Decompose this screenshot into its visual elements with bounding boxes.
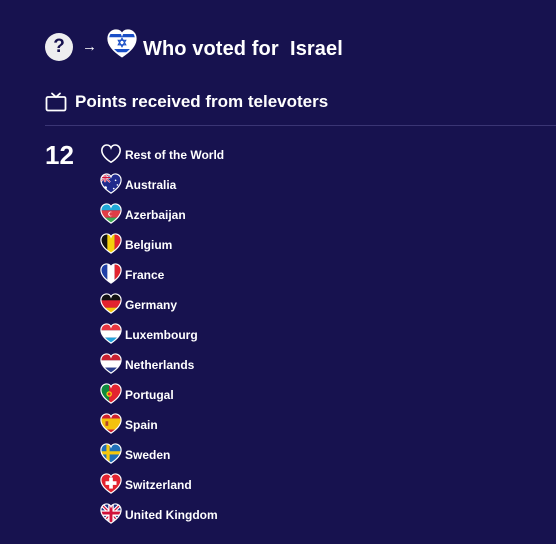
country-name: Portugal — [125, 388, 174, 402]
luxembourg-flag-heart-icon — [100, 323, 122, 344]
country-name: Australia — [125, 178, 177, 192]
country-name: Netherlands — [125, 358, 195, 372]
country-name: Germany — [125, 298, 178, 312]
country-list: Rest of the World Australia Azerbaijan B… — [100, 144, 224, 534]
sweden-flag-heart-icon — [100, 443, 122, 464]
list-item: France — [100, 263, 224, 294]
list-item: Switzerland — [100, 473, 224, 504]
list-item: Sweden — [100, 443, 224, 474]
list-item: United Kingdom — [100, 503, 224, 534]
list-item: Netherlands — [100, 353, 224, 384]
help-button[interactable]: ? — [45, 33, 73, 61]
country-name: France — [125, 268, 165, 282]
azerbaijan-flag-heart-icon — [100, 203, 122, 224]
heart-outline-icon — [101, 144, 121, 164]
australia-flag-heart-icon — [100, 173, 122, 194]
country-name: Sweden — [125, 448, 171, 462]
page-title: Who voted for Israel — [143, 37, 343, 60]
france-flag-heart-icon — [100, 263, 122, 284]
country-name: Luxembourg — [125, 328, 198, 342]
united-kingdom-flag-heart-icon — [100, 503, 122, 524]
list-item: Rest of the World — [100, 144, 224, 174]
arrow-icon: → — [82, 37, 97, 55]
points-value: 12 — [45, 140, 74, 170]
list-item: Germany — [100, 293, 224, 324]
country-name: Spain — [125, 418, 158, 432]
section-title: Points received from televoters — [75, 92, 329, 111]
list-item: Belgium — [100, 233, 224, 264]
spain-flag-heart-icon — [100, 413, 122, 434]
country-name: United Kingdom — [125, 508, 218, 522]
belgium-flag-heart-icon — [100, 233, 122, 254]
netherlands-flag-heart-icon — [100, 353, 122, 374]
list-item: Azerbaijan — [100, 203, 224, 234]
list-item: Luxembourg — [100, 323, 224, 354]
country-name: Azerbaijan — [125, 208, 186, 222]
divider — [45, 125, 556, 126]
country-name: Rest of the World — [125, 148, 225, 162]
country-name: Switzerland — [125, 478, 192, 492]
list-item: Spain — [100, 413, 224, 444]
switzerland-flag-heart-icon — [100, 473, 122, 494]
list-item: Portugal — [100, 383, 224, 414]
help-icon: ? — [53, 36, 65, 57]
country-name: Belgium — [125, 238, 173, 252]
televote-section-header: Points received from televoters — [45, 92, 328, 112]
israel-flag-heart-icon — [107, 29, 137, 58]
portugal-flag-heart-icon — [100, 383, 122, 404]
tv-icon — [45, 92, 67, 112]
list-item: Australia — [100, 173, 224, 204]
germany-flag-heart-icon — [100, 293, 122, 314]
page-header: ? → Who voted for Israel — [45, 29, 343, 64]
